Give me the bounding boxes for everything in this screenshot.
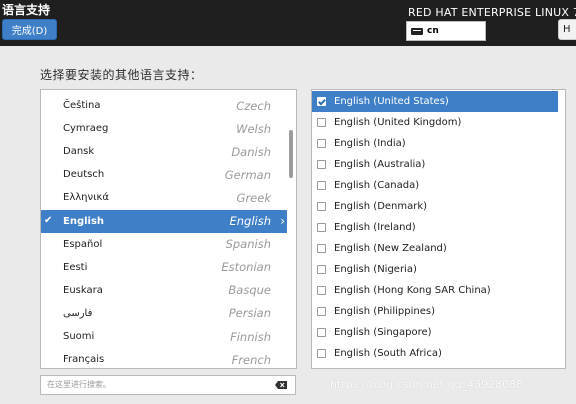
locale-row[interactable]: English (Australia) bbox=[312, 154, 558, 175]
language-native-name: Ελληνικά bbox=[63, 192, 109, 204]
clear-search-icon[interactable] bbox=[275, 381, 287, 389]
language-row[interactable]: Euskara Basque bbox=[41, 279, 287, 302]
checkmark-icon: ✔ bbox=[44, 214, 53, 226]
locale-row[interactable]: English (India) bbox=[312, 133, 558, 154]
language-english-name: Greek bbox=[236, 190, 271, 205]
locale-checkbox[interactable] bbox=[317, 328, 326, 337]
locale-row[interactable]: English (Canada) bbox=[312, 175, 558, 196]
language-row[interactable]: Cymraeg Welsh bbox=[41, 117, 287, 140]
language-english-name: German bbox=[224, 167, 271, 182]
language-native-name: Français bbox=[63, 354, 105, 366]
locale-label: English (Denmark) bbox=[334, 201, 428, 212]
locale-list[interactable]: English (United States) English (United K… bbox=[311, 89, 566, 369]
locale-checkbox[interactable] bbox=[317, 286, 326, 295]
search-input[interactable]: 在这里进行搜索。 bbox=[40, 375, 296, 395]
language-english-name: Spanish bbox=[225, 237, 271, 252]
language-english-name: Basque bbox=[228, 283, 271, 298]
language-row[interactable]: Français French bbox=[41, 348, 287, 368]
search-placeholder: 在这里进行搜索。 bbox=[47, 380, 111, 389]
language-native-name: Čeština bbox=[63, 100, 101, 111]
locale-label: English (India) bbox=[334, 138, 406, 149]
language-native-name: Euskara bbox=[63, 284, 103, 296]
language-row[interactable]: Deutsch German bbox=[41, 163, 287, 186]
locale-label: English (Hong Kong SAR China) bbox=[334, 285, 491, 296]
language-row[interactable]: Español Spanish bbox=[41, 233, 287, 256]
watermark: https://blog.csdn.net/qq_43928088 bbox=[330, 378, 524, 391]
locale-row[interactable]: English (United States) bbox=[312, 91, 558, 112]
language-native-name: Cymraeg bbox=[63, 123, 109, 135]
locale-label: English (Philippines) bbox=[334, 306, 435, 317]
locale-label: English (South Africa) bbox=[334, 348, 442, 359]
language-english-name: English bbox=[229, 214, 271, 228]
language-row[interactable]: Eesti Estonian bbox=[41, 256, 287, 279]
language-row[interactable]: ✔ English English › bbox=[41, 209, 287, 233]
locale-label: English (Canada) bbox=[334, 180, 420, 191]
language-row[interactable]: فارسی Persian bbox=[41, 302, 287, 325]
locale-label: English (New Zealand) bbox=[334, 243, 447, 254]
locale-checkbox[interactable] bbox=[317, 139, 326, 148]
locale-row[interactable]: English (Philippines) bbox=[312, 301, 558, 322]
language-english-name: French bbox=[231, 352, 271, 367]
locale-row[interactable]: English (New Zealand) bbox=[312, 238, 558, 259]
locale-row[interactable]: English (United Kingdom) bbox=[312, 112, 558, 133]
locale-label: English (Singapore) bbox=[334, 327, 432, 338]
language-native-name: Eesti bbox=[63, 261, 88, 273]
language-list-scrollbar[interactable] bbox=[289, 130, 293, 178]
language-english-name: Estonian bbox=[221, 260, 271, 275]
language-row[interactable]: Ελληνικά Greek bbox=[41, 186, 287, 209]
language-native-name: Dansk bbox=[63, 146, 95, 158]
language-english-name: Finnish bbox=[230, 329, 271, 344]
locale-label: English (United Kingdom) bbox=[334, 117, 462, 128]
locale-row[interactable]: English (Nigeria) bbox=[312, 259, 558, 280]
language-english-name: Danish bbox=[231, 144, 271, 159]
product-name: RED HAT ENTERPRISE LINUX 7. bbox=[408, 6, 576, 19]
locale-checkbox[interactable] bbox=[317, 307, 326, 316]
keyboard-icon bbox=[411, 27, 423, 35]
language-native-name: Suomi bbox=[63, 331, 95, 342]
top-bar: 语言支持 完成(D) RED HAT ENTERPRISE LINUX 7. c… bbox=[0, 0, 576, 46]
locale-checkbox[interactable] bbox=[317, 244, 326, 253]
language-row[interactable]: Čeština Czech bbox=[41, 94, 287, 117]
locale-checkbox[interactable] bbox=[317, 181, 326, 190]
language-native-name: Deutsch bbox=[63, 169, 105, 181]
page-title: 语言支持 bbox=[2, 3, 51, 17]
locale-row[interactable]: English (Ireland) bbox=[312, 217, 558, 238]
chevron-right-icon: › bbox=[280, 214, 285, 228]
locale-checkbox[interactable] bbox=[317, 97, 326, 106]
language-row[interactable]: Suomi Finnish bbox=[41, 325, 287, 348]
language-row[interactable]: Dansk Danish bbox=[41, 140, 287, 163]
locale-row[interactable]: English (Denmark) bbox=[312, 196, 558, 217]
locale-label: English (Australia) bbox=[334, 159, 426, 170]
language-english-name: Welsh bbox=[236, 121, 271, 136]
locale-row[interactable]: English (Singapore) bbox=[312, 322, 558, 343]
locale-checkbox[interactable] bbox=[317, 202, 326, 211]
locale-row[interactable]: English (South Africa) bbox=[312, 343, 558, 364]
locale-label: English (Nigeria) bbox=[334, 264, 417, 275]
language-list[interactable]: Čeština Czech Cymraeg Welsh Dansk Danish Deuts… bbox=[40, 89, 297, 369]
locale-row[interactable]: English (Hong Kong SAR China) bbox=[312, 280, 558, 301]
locale-checkbox[interactable] bbox=[317, 265, 326, 274]
locale-label: English (Ireland) bbox=[334, 222, 416, 233]
locale-label: English (United States) bbox=[334, 96, 449, 107]
done-button[interactable]: 完成(D) bbox=[2, 19, 57, 40]
keyboard-layout-label: cn bbox=[427, 26, 439, 36]
locale-checkbox[interactable] bbox=[317, 118, 326, 127]
help-button[interactable]: H bbox=[558, 19, 576, 40]
language-prompt: 选择要安装的其他语言支持： bbox=[40, 68, 203, 82]
locale-checkbox[interactable] bbox=[317, 349, 326, 358]
language-english-name: Persian bbox=[228, 306, 271, 321]
keyboard-layout-indicator[interactable]: cn bbox=[406, 21, 486, 41]
language-native-name: Español bbox=[63, 238, 103, 250]
language-native-name: English bbox=[63, 215, 105, 227]
language-native-name: فارسی bbox=[63, 307, 93, 319]
language-english-name: Czech bbox=[236, 98, 271, 113]
locale-checkbox[interactable] bbox=[317, 160, 326, 169]
locale-checkbox[interactable] bbox=[317, 223, 326, 232]
